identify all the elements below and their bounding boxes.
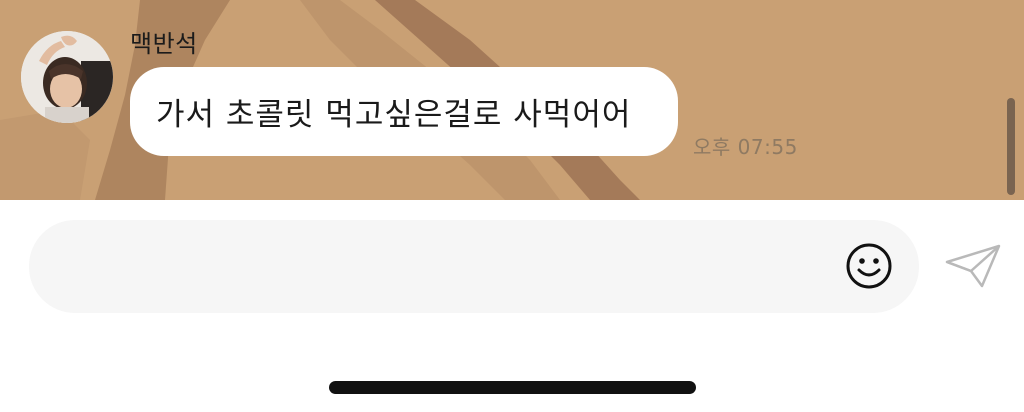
- message-timestamp: 오후 07:55: [693, 135, 798, 159]
- home-indicator[interactable]: [329, 381, 696, 394]
- smiley-face-icon: [846, 243, 892, 289]
- sender-avatar[interactable]: [21, 31, 113, 123]
- emoji-button[interactable]: [845, 242, 893, 290]
- scrollbar[interactable]: [1007, 98, 1015, 195]
- paper-plane-icon: [945, 244, 1001, 288]
- avatar-photo: [21, 31, 113, 123]
- message-input[interactable]: [29, 220, 919, 313]
- send-button[interactable]: [944, 242, 1002, 290]
- message-bubble[interactable]: 가서 초콜릿 먹고싶은걸로 사먹어어: [130, 67, 678, 156]
- message-text: 가서 초콜릿 먹고싶은걸로 사먹어어: [156, 97, 632, 133]
- sender-name: 맥반석: [130, 30, 198, 58]
- chat-area: 맥반석 가서 초콜릿 먹고싶은걸로 사먹어어 오후 07:55: [0, 0, 1024, 200]
